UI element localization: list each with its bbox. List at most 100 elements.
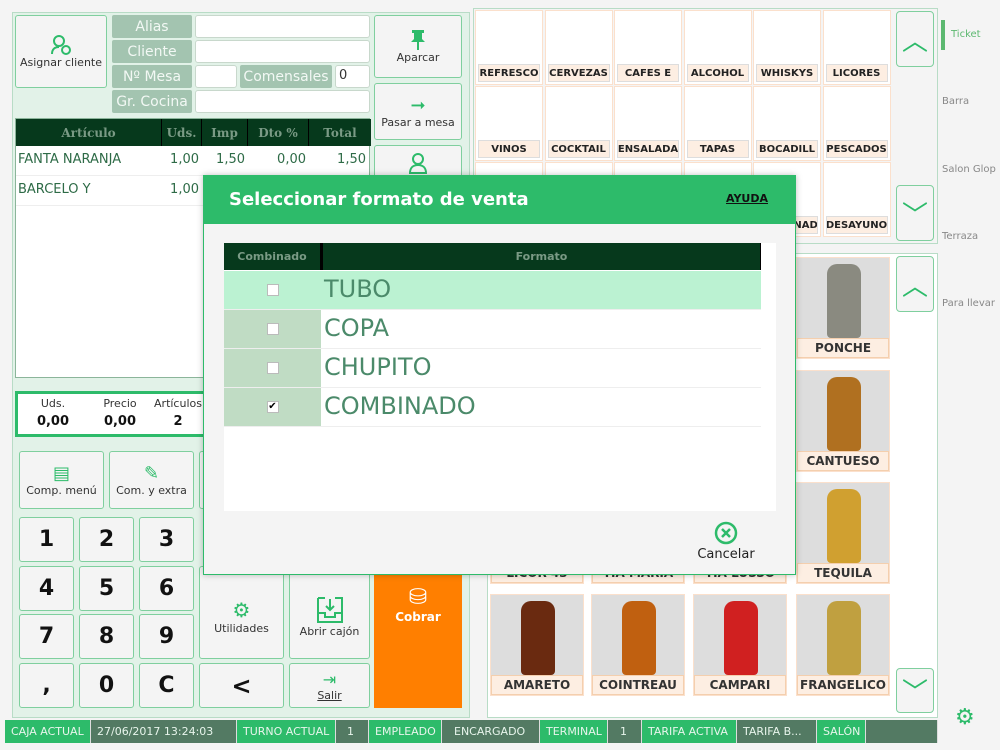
- category-scroll-up[interactable]: ︿: [896, 11, 934, 67]
- combinado-checkbox[interactable]: [266, 284, 279, 296]
- aparcar-button[interactable]: Aparcar: [374, 15, 462, 78]
- product-tile[interactable]: FRANGELICO: [796, 594, 890, 696]
- exit-icon: ⇥: [322, 669, 337, 689]
- category-tile[interactable]: CAFES E: [614, 10, 682, 85]
- abrir-cajon-button[interactable]: Abrir cajón: [289, 566, 370, 659]
- category-label: CAFES E: [617, 64, 679, 82]
- product-image: [827, 264, 861, 338]
- format-name: COMBINADO: [324, 392, 476, 420]
- category-tile[interactable]: PESCADOS: [822, 86, 891, 161]
- category-tile[interactable]: TAPAS: [683, 86, 752, 161]
- pin-icon: [411, 30, 425, 50]
- user-icon: [408, 153, 428, 174]
- abrir-cajon-label: Abrir cajón: [299, 625, 360, 638]
- cobrar-button[interactable]: ⛁ Cobrar: [374, 573, 462, 708]
- uds-label: Uds.: [40, 397, 66, 410]
- product-image: [827, 489, 861, 563]
- nav-item[interactable]: Para llevar: [942, 298, 995, 309]
- format-row[interactable]: COPA: [224, 310, 761, 349]
- precio-value: 0,00: [103, 414, 137, 429]
- combinado-checkbox[interactable]: ✔: [266, 401, 279, 413]
- cell-dto: 0,00: [277, 152, 306, 167]
- keypad-key[interactable]: 7: [19, 614, 74, 659]
- cliente-input[interactable]: [195, 40, 370, 63]
- help-link[interactable]: AYUDA: [726, 192, 768, 205]
- status-salon: SALÓN: [817, 720, 866, 743]
- mesa-label: Nº Mesa: [112, 65, 192, 88]
- chevron-up-icon: ︿: [901, 26, 928, 57]
- keypad-key[interactable]: 3: [139, 517, 194, 562]
- table-row[interactable]: FANTA NARANJA 1,00 1,50 0,00 1,50: [16, 146, 369, 176]
- category-tile[interactable]: COCKTAIL: [544, 86, 613, 161]
- keypad-key[interactable]: 2: [79, 517, 134, 562]
- keypad-key[interactable]: 6: [139, 566, 194, 611]
- keypad-key[interactable]: 4: [19, 566, 74, 611]
- format-row[interactable]: CHUPITO: [224, 349, 761, 388]
- keypad-key[interactable]: 8: [79, 614, 134, 659]
- category-scroll-down[interactable]: ﹀: [896, 185, 934, 241]
- keypad-key[interactable]: 0: [79, 663, 134, 708]
- combinado-checkbox[interactable]: [266, 362, 279, 374]
- category-image: [758, 91, 816, 139]
- dialog-header: Seleccionar formato de venta AYUDA: [204, 176, 795, 224]
- category-label: ALCOHOL: [686, 64, 749, 82]
- col-formato: Formato: [321, 243, 761, 270]
- product-tile[interactable]: AMARETO: [490, 594, 584, 696]
- category-tile[interactable]: BOCADILL: [753, 86, 821, 161]
- category-tile[interactable]: LICORES: [822, 10, 891, 85]
- pasar-mesa-button[interactable]: ➞ Pasar a mesa: [374, 83, 462, 140]
- format-name: COPA: [324, 314, 390, 342]
- backspace-button[interactable]: <: [199, 663, 284, 708]
- combinado-checkbox[interactable]: [266, 323, 279, 335]
- status-turno-value: 1: [336, 720, 369, 743]
- comensales-input[interactable]: 0: [335, 65, 370, 88]
- assign-client-button[interactable]: Asignar cliente: [15, 15, 107, 88]
- document-icon: ▤: [52, 463, 70, 484]
- status-filler: [866, 720, 938, 743]
- format-row[interactable]: TUBO: [224, 271, 761, 310]
- keypad-key[interactable]: 1: [19, 517, 74, 562]
- product-tile[interactable]: TEQUILA: [796, 482, 890, 584]
- category-tile[interactable]: WHISKYS: [753, 10, 821, 85]
- category-label: ENSALADA: [617, 140, 679, 158]
- category-tile[interactable]: DESAYUNO: [822, 162, 891, 237]
- product-tile[interactable]: COINTREAU: [591, 594, 685, 696]
- salir-label: Salir: [317, 688, 342, 702]
- nav-item[interactable]: Salon Glop: [942, 164, 996, 175]
- utilidades-button[interactable]: ⚙ Utilidades: [199, 566, 284, 659]
- cocina-input[interactable]: [195, 90, 370, 113]
- settings-gear-icon[interactable]: ⚙: [955, 705, 975, 730]
- nav-item[interactable]: Ticket: [951, 29, 981, 40]
- format-row[interactable]: ✔ COMBINADO: [224, 388, 761, 427]
- keypad-key[interactable]: ,: [19, 663, 74, 708]
- product-image: [827, 601, 861, 675]
- product-scroll-down[interactable]: ﹀: [896, 668, 934, 713]
- comp-menu-button[interactable]: ▤ Comp. menú: [19, 451, 104, 509]
- format-name: TUBO: [324, 275, 392, 303]
- cancel-button[interactable]: Cancelar: [694, 521, 758, 562]
- nav-item[interactable]: Terraza: [942, 231, 978, 242]
- keypad-key[interactable]: 5: [79, 566, 134, 611]
- salir-button[interactable]: ⇥ Salir: [289, 663, 370, 708]
- category-label: TAPAS: [686, 140, 749, 158]
- category-image: [758, 15, 816, 63]
- category-tile[interactable]: VINOS: [475, 86, 543, 161]
- alias-input[interactable]: [195, 15, 370, 38]
- category-label: VINOS: [478, 140, 540, 158]
- product-tile[interactable]: CANTUESO: [796, 370, 890, 472]
- comensales-label: Comensales: [240, 65, 332, 88]
- product-label: CAMPARI: [694, 675, 786, 695]
- product-tile[interactable]: PONCHE: [796, 257, 890, 359]
- product-scroll-up[interactable]: ︿: [896, 256, 934, 312]
- product-tile[interactable]: CAMPARI: [693, 594, 787, 696]
- category-tile[interactable]: ALCOHOL: [683, 10, 752, 85]
- category-tile[interactable]: REFRESCO: [475, 10, 543, 85]
- mesa-input[interactable]: [195, 65, 237, 88]
- keypad-key[interactable]: 9: [139, 614, 194, 659]
- category-tile[interactable]: CERVEZAS: [544, 10, 613, 85]
- com-extra-button[interactable]: ✎ Com. y extra: [109, 451, 194, 509]
- chevron-down-icon: ﹀: [901, 200, 928, 231]
- keypad-key[interactable]: C: [139, 663, 194, 708]
- nav-item[interactable]: Barra: [942, 96, 969, 107]
- category-tile[interactable]: ENSALADA: [614, 86, 682, 161]
